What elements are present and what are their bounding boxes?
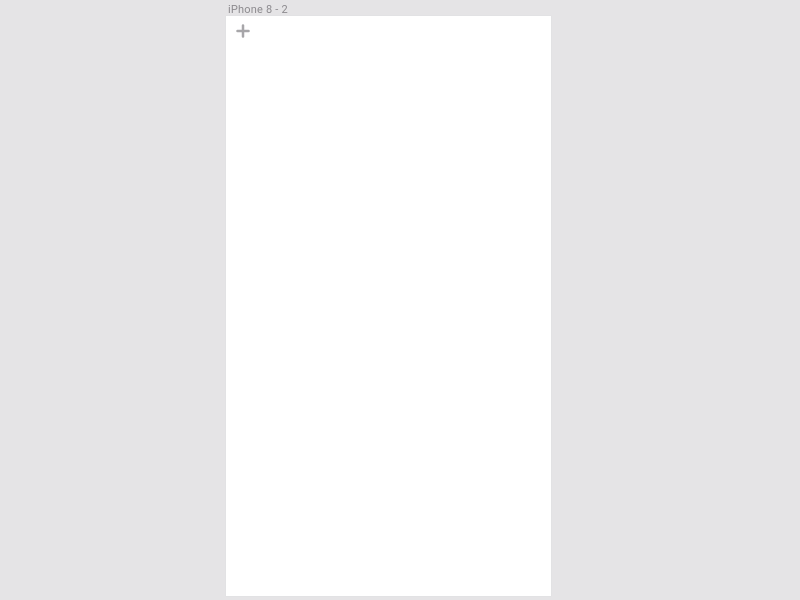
frame-title-label[interactable]: iPhone 8 - 2 <box>228 3 288 16</box>
artboard-frame[interactable] <box>226 16 551 596</box>
plus-icon <box>236 24 250 38</box>
design-canvas[interactable]: iPhone 8 - 2 <box>0 0 800 600</box>
add-button[interactable] <box>234 22 252 40</box>
